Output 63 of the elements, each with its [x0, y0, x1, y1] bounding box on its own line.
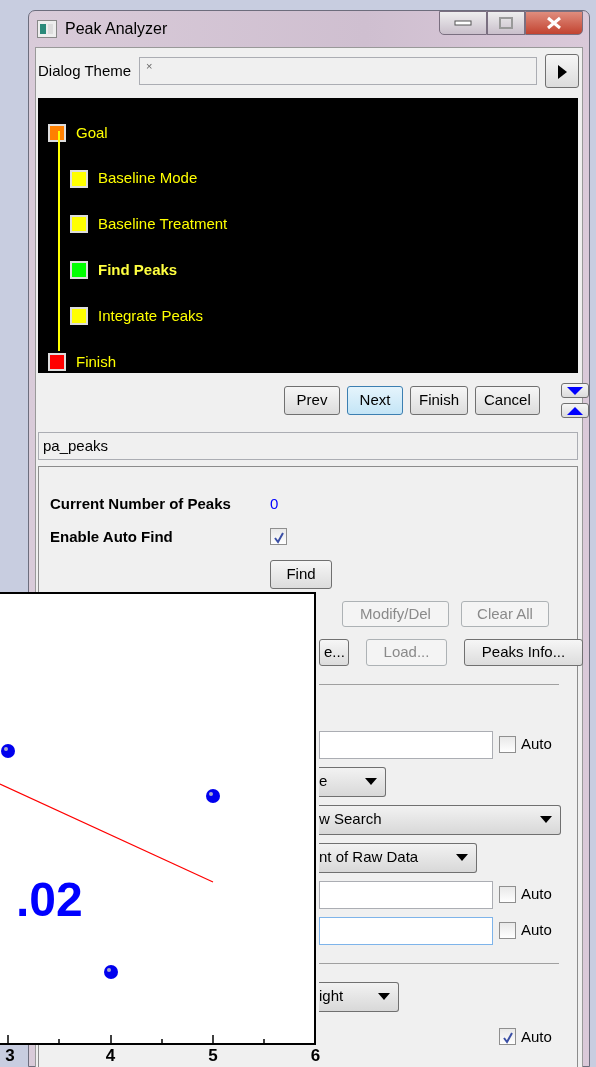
auto-label: Auto [521, 1026, 552, 1047]
down-arrow-icon [565, 386, 584, 395]
auto-label: Auto [521, 920, 552, 941]
dropdown[interactable]: w Search [319, 804, 561, 835]
axis-tick-label: 3 [4, 1047, 16, 1064]
caret-icon [365, 778, 377, 785]
step-label[interactable]: Finish [76, 350, 116, 374]
tool-button[interactable]: Peaks Info... [464, 639, 583, 666]
maximize-icon [499, 17, 513, 29]
play-button[interactable] [545, 54, 579, 88]
peak-count-value: 0 [270, 494, 279, 514]
auto-checkbox[interactable] [499, 1028, 516, 1046]
auto-label: Auto [521, 734, 552, 755]
close-icon [546, 16, 562, 30]
text-field[interactable] [319, 730, 493, 759]
dropdown[interactable]: nt of Raw Data [319, 842, 477, 873]
minimize-icon [454, 20, 472, 26]
theme-field[interactable]: × [139, 57, 537, 85]
minimize-button[interactable] [439, 11, 487, 35]
checkmark-icon [501, 1031, 514, 1044]
axis-tick-label: 4 [104, 1047, 117, 1064]
move-down-button[interactable] [560, 383, 589, 398]
axis-tick-label: 6 [309, 1047, 322, 1064]
auto-find-label: Enable Auto Find [50, 526, 174, 547]
auto-checkbox[interactable] [499, 886, 516, 903]
app-icon [37, 20, 57, 38]
step-label[interactable]: Goal [76, 121, 108, 145]
value-label: .02 [16, 876, 83, 924]
auto-checkbox[interactable] [499, 736, 516, 753]
step-label[interactable]: Find Peaks [98, 259, 178, 282]
checkmark-icon [272, 531, 285, 544]
data-point [104, 965, 118, 979]
nav-button[interactable]: Cancel [475, 386, 540, 415]
window-title: Peak Analyzer [65, 19, 168, 39]
data-point [1, 744, 15, 758]
name-field[interactable]: pa_peaks [38, 432, 578, 460]
find-button[interactable]: Find [270, 560, 332, 589]
caret-icon [456, 854, 468, 861]
auto-label: Auto [521, 884, 552, 905]
nav-button[interactable]: Next [347, 386, 403, 415]
caret-icon [540, 816, 552, 823]
nav-button[interactable]: Finish [410, 386, 468, 415]
text-field[interactable] [319, 880, 493, 909]
up-arrow-icon [565, 406, 584, 415]
auto-checkbox[interactable] [499, 922, 516, 939]
data-point [206, 789, 220, 803]
play-icon [556, 63, 568, 80]
tool-button[interactable]: e... [319, 639, 349, 666]
step-label[interactable]: Integrate Peaks [98, 304, 204, 328]
axis-tick-label: 5 [207, 1047, 219, 1064]
caret-icon [378, 993, 390, 1000]
auto-find-checkbox[interactable] [270, 528, 287, 546]
dropdown[interactable]: e [319, 766, 386, 797]
step-label[interactable]: Baseline Mode [98, 167, 198, 190]
peak-count-label: Current Number of Peaks [50, 494, 232, 514]
maximize-button[interactable] [487, 11, 525, 35]
move-up-button[interactable] [560, 403, 589, 418]
nav-button[interactable]: Prev [284, 386, 340, 415]
step-label[interactable]: Baseline Treatment [98, 213, 228, 236]
text-field[interactable] [319, 916, 493, 945]
dropdown[interactable]: ight [319, 981, 399, 1012]
theme-label: Dialog Theme [38, 60, 132, 81]
close-button[interactable] [525, 11, 583, 35]
